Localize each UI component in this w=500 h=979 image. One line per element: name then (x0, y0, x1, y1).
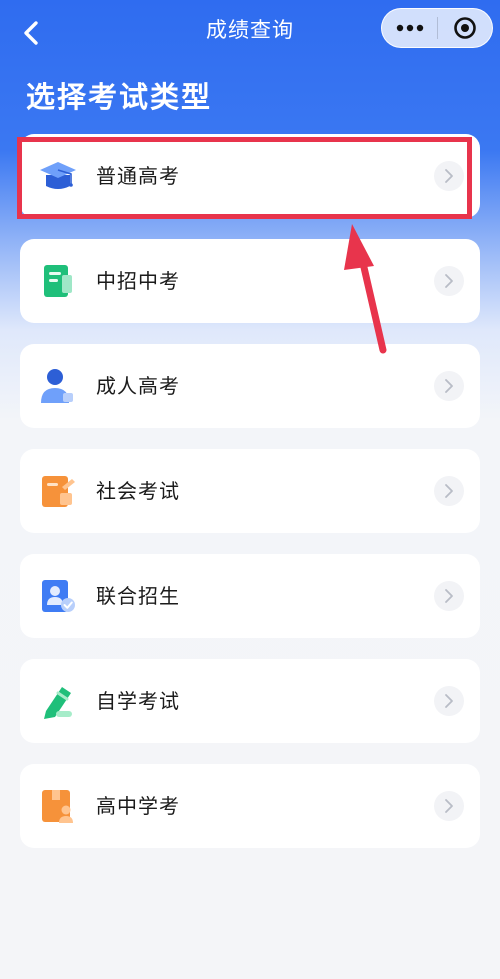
chevron-right-icon (434, 266, 464, 296)
chevron-right-icon (434, 476, 464, 506)
page-title: 选择考试类型 (26, 80, 213, 114)
close-miniapp-button[interactable] (438, 9, 492, 47)
exam-type-card[interactable]: 中招中考 (20, 239, 480, 323)
exam-type-card[interactable]: 联合招生 (20, 554, 480, 638)
person-icon (41, 369, 73, 403)
exam-type-card[interactable]: 社会考试 (20, 449, 480, 533)
notebook-icon (44, 265, 72, 297)
exam-type-label: 自学考试 (96, 689, 180, 713)
more-button[interactable] (382, 9, 437, 47)
more-dots-icon (396, 24, 423, 32)
exam-type-label: 中招中考 (96, 269, 180, 293)
chevron-right-icon (434, 371, 464, 401)
target-close-icon (454, 17, 476, 39)
id-badge-check-icon (42, 580, 75, 612)
nav-bar: 成绩查询 (0, 0, 500, 58)
exam-type-card[interactable]: 成人高考 (20, 344, 480, 428)
chevron-right-icon (434, 791, 464, 821)
certificate-icon (42, 476, 75, 507)
chevron-right-icon (434, 581, 464, 611)
exam-type-label: 联合招生 (96, 584, 180, 608)
exam-type-label: 社会考试 (96, 479, 180, 503)
exam-type-label: 高中学考 (96, 794, 180, 818)
miniapp-capsule (381, 8, 493, 48)
exam-type-card[interactable]: 高中学考 (20, 764, 480, 848)
exam-type-card[interactable]: 普通高考 (20, 134, 480, 218)
exam-type-label: 普通高考 (96, 164, 180, 188)
exam-type-label: 成人高考 (96, 374, 180, 398)
chevron-right-icon (434, 161, 464, 191)
graduation-cap-icon (40, 162, 76, 189)
chevron-right-icon (434, 686, 464, 716)
box-person-icon (42, 790, 73, 823)
exam-type-card[interactable]: 自学考试 (20, 659, 480, 743)
pen-icon (44, 687, 72, 719)
